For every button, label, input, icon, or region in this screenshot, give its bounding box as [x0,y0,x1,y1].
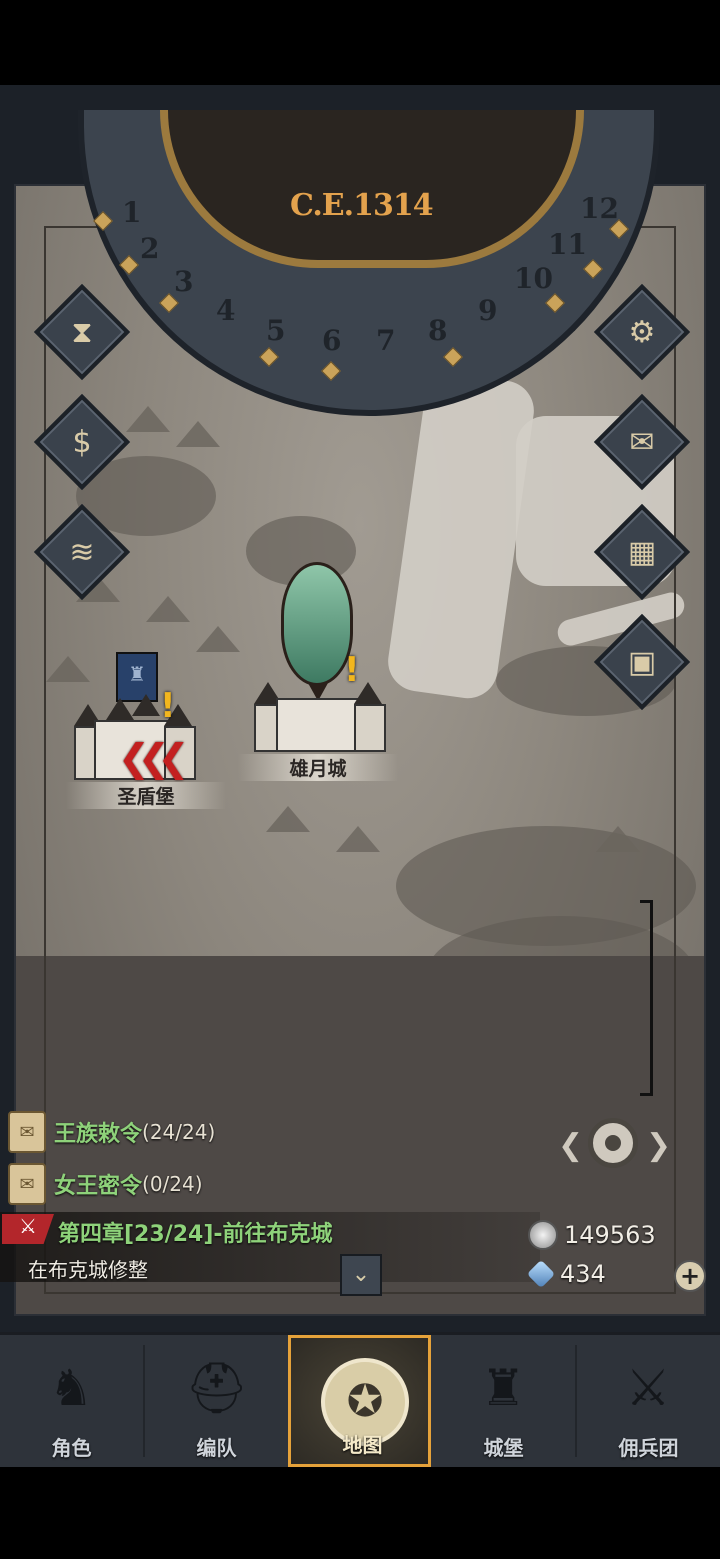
hourglass-icon: ⧗ [71,314,93,350]
month-marker: 8 [428,314,448,347]
castle-icon: ♜ [480,1359,526,1417]
castle-label: 圣盾堡 [66,782,226,809]
month-marker: 5 [266,314,286,347]
chapter-subtitle: 在布克城修整 [28,1258,148,1282]
month-marker: 4 [216,294,236,327]
helmet-icon: ⛑ [185,1359,249,1417]
chevron-down-icon: ⌄ [351,1262,371,1287]
map-mountain [146,596,190,622]
zoom-slider[interactable] [640,900,653,1096]
plus-icon: + [679,1262,701,1290]
month-marker: 7 [376,324,396,357]
building-icon: ▦ [627,534,657,570]
map-mountain [176,421,220,447]
crystal-icon [526,1259,556,1289]
tab-character[interactable]: ♞ 角色 [0,1335,143,1467]
gear-icon: ⚙ [628,314,656,350]
castle-label: 雄月城 [238,754,398,781]
quest-item[interactable]: ✉ 王族敕令 (24/24) [8,1111,215,1153]
castle-xiongyuecheng[interactable] [250,680,386,752]
supplies-icon: ▣ [627,644,657,680]
knight-icon: ♞ [48,1359,94,1417]
map-mountain [336,826,380,852]
month-marker: 10 [514,262,553,295]
player-helmet-marker-icon[interactable] [281,562,353,701]
chevron-right-icon: ❯ [646,1128,672,1163]
month-marker: 11 [548,228,587,261]
enemy-attack-icon: ❮❮❮ [118,736,189,780]
map-river [384,369,538,703]
year-display: C.E.1314 [290,188,434,223]
crystal-resource: 434 [526,1259,606,1289]
map-mountain [596,826,640,852]
collapse-button[interactable]: ⌄ [340,1254,382,1296]
map-mountain [266,806,310,832]
money-bag-icon: $ [72,424,92,460]
quest-alert-icon[interactable]: ! [344,650,360,690]
chapter-title: 第四章[23/24]-前往布克城 [58,1222,333,1247]
silver-resource: 149563 [528,1220,656,1250]
month-marker: 2 [140,232,160,265]
month-marker: 3 [174,265,194,298]
recenter-button[interactable]: ❮ ❯ [558,1110,672,1180]
quest-item[interactable]: ✉ 女王密令 (0/24) [8,1163,203,1205]
tab-map[interactable]: ✪ 地图 [288,1335,431,1467]
quest-alert-icon[interactable]: ! [160,686,176,726]
map-mountain [46,656,90,682]
scroll-icon: ≋ [69,534,95,570]
silver-coin-icon [528,1220,558,1250]
month-marker: 12 [580,192,619,225]
envelope-icon: ✉ [629,424,655,460]
tab-mercenary[interactable]: ⚔ 佣兵团 [577,1335,720,1467]
bottom-tab-bar: ♞ 角色 ⛑ 编队 ✪ 地图 ♜ 城堡 ⚔ 佣兵团 [0,1332,720,1467]
royal-decree-scroll-icon: ✉ [8,1111,46,1153]
tab-castle[interactable]: ♜ 城堡 [432,1335,575,1467]
map-mountain [126,406,170,432]
tab-formation[interactable]: ⛑ 编队 [145,1335,288,1467]
month-marker: 1 [122,196,142,229]
queen-secret-scroll-icon: ✉ [8,1163,46,1205]
add-crystal-button[interactable]: + [674,1260,706,1292]
map-mountain [196,626,240,652]
chevron-left-icon: ❮ [558,1128,584,1163]
month-marker: 9 [478,294,498,327]
mercenary-icon: ⚔ [625,1359,671,1417]
month-marker: 6 [322,324,342,357]
